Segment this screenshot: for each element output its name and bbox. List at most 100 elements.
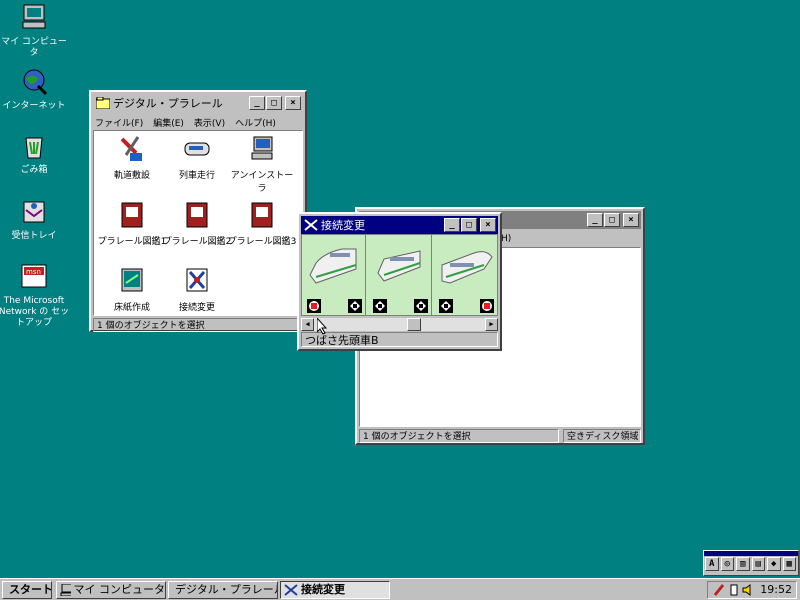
taskbar-button-plarail[interactable]: デジタル・プラレール [168, 581, 278, 599]
network-icon[interactable] [728, 584, 740, 596]
desktop-icon-recycle-bin[interactable]: ごみ箱 [0, 130, 70, 176]
book-icon [186, 202, 208, 228]
desktop-icon-internet[interactable]: インターネット [0, 66, 70, 112]
uninstaller-icon [251, 136, 273, 160]
desktop-icon-inbox[interactable]: 受信トレイ [0, 196, 70, 242]
close-button[interactable]: × [285, 96, 301, 110]
horizontal-scrollbar[interactable]: ◀ ▶ [301, 318, 498, 331]
desktop-icon-label: 受信トレイ [11, 231, 57, 241]
item-uninstaller[interactable]: アンインストーラ [227, 133, 297, 194]
maximize-button[interactable]: □ [461, 218, 477, 232]
connection-icon [284, 584, 298, 596]
floor-paper-icon [121, 268, 143, 292]
coupler-black-icon[interactable] [439, 299, 453, 313]
item-plarail-book-3[interactable]: プラレール図鑑3 [227, 199, 297, 247]
coupler-black-icon[interactable] [373, 299, 387, 313]
coupler-black-icon[interactable] [348, 299, 362, 313]
desktop-icon-label: インターネット [2, 101, 66, 111]
book-icon [121, 202, 143, 228]
window-title: 接続変更 [321, 219, 365, 232]
menu-edit[interactable]: 編集(E) [153, 116, 184, 129]
ime-convert-icon[interactable]: ▥ [736, 557, 750, 571]
status-bar-disk-space: 空きディスク領域 : 0 [563, 429, 641, 443]
menu-bar: ファイル(F) 編集(E) 表示(V) ヘルプ(H) [91, 114, 305, 130]
car-cell-2[interactable] [368, 235, 432, 315]
computer-icon [60, 584, 71, 596]
ime-dictionary-icon[interactable]: ▤ [751, 557, 765, 571]
ime-caps-icon[interactable]: ▦ [782, 557, 796, 571]
desktop-icon-msn[interactable]: msn The Microsoft Network の セットアップ [0, 261, 70, 329]
car-strip [301, 234, 498, 316]
item-track-laying[interactable]: 軌道敷設 [97, 133, 167, 181]
inbox-icon [23, 201, 45, 223]
clock[interactable]: 19:52 [760, 583, 792, 596]
car-cell-1[interactable] [302, 235, 366, 315]
item-plarail-book-1[interactable]: プラレール図鑑1 [97, 199, 167, 247]
folder-view[interactable]: 軌道敷設 列車走行 アンインストーラ プラレール図鑑1 プラレール図鑑2 プラレ… [93, 130, 303, 316]
item-plarail-book-2[interactable]: プラレール図鑑2 [162, 199, 232, 247]
coupler-red-icon[interactable] [307, 299, 321, 313]
volume-icon[interactable] [742, 584, 754, 596]
ime-mode-icon[interactable]: A [705, 557, 719, 571]
minimize-button[interactable]: _ [444, 218, 460, 232]
menu-help[interactable]: ヘルプ(H) [235, 116, 276, 129]
scroll-thumb[interactable] [407, 318, 421, 331]
desktop-icon-label: マイ コンピュータ [1, 37, 67, 58]
minimize-button[interactable]: _ [587, 213, 603, 227]
taskbar: スタート マイ コンピュータ デジタル・プラレール 接続変更 19:52 [0, 578, 800, 600]
item-floor-paper[interactable]: 床紙作成 [97, 265, 167, 313]
item-train-run[interactable]: 列車走行 [162, 133, 232, 181]
window-title: デジタル・プラレール [113, 97, 223, 110]
item-label: 軌道敷設 [113, 171, 150, 181]
start-label: スタート [9, 583, 52, 596]
track-tools-icon [120, 136, 142, 161]
item-label: 接続変更 [178, 303, 215, 313]
close-button[interactable]: × [623, 213, 639, 227]
status-bar-selection: 1 個のオブジェクトを選択 [359, 429, 559, 443]
item-connection-change[interactable]: 接続変更 [162, 265, 232, 313]
internet-globe-icon [23, 69, 48, 96]
item-label: アンインストーラ [230, 171, 294, 194]
status-bar-selection: 1 個のオブジェクトを選択 [93, 318, 303, 332]
taskbar-button-my-computer[interactable]: マイ コンピュータ [56, 581, 166, 599]
maximize-button[interactable]: □ [604, 213, 620, 227]
ime-toolbar[interactable]: A ◎ ▥ ▤ ◆ ▦ [703, 550, 799, 576]
menu-help-fragment[interactable]: H) [501, 234, 511, 244]
scroll-left-button[interactable]: ◀ [301, 318, 314, 331]
taskbar-button-label: マイ コンピュータ [73, 583, 166, 596]
start-button[interactable]: スタート [2, 581, 52, 599]
recycle-bin-icon [25, 137, 43, 159]
item-label: 床紙作成 [113, 303, 150, 313]
coupler-black-icon[interactable] [414, 299, 428, 313]
window-titlebar[interactable]: 接続変更 _ □ × [301, 216, 498, 234]
plarail-folder-window[interactable]: デジタル・プラレール _ □ × ファイル(F) 編集(E) 表示(V) ヘルプ… [89, 90, 307, 332]
item-label: プラレール図鑑2 [162, 237, 232, 247]
train-run-icon [184, 142, 210, 156]
shinkansen-head-car-icon [309, 248, 357, 284]
window-titlebar[interactable]: デジタル・プラレール _ □ × [93, 94, 303, 112]
scroll-right-button[interactable]: ▶ [485, 318, 498, 331]
minimize-button[interactable]: _ [249, 96, 265, 110]
coupler-red-icon[interactable] [480, 299, 494, 313]
close-button[interactable]: × [480, 218, 496, 232]
ime-search-icon[interactable]: ◎ [720, 557, 734, 571]
car-cell-3[interactable] [434, 235, 497, 315]
svg-text:msn: msn [26, 268, 41, 276]
shinkansen-tail-car-icon [441, 251, 493, 284]
item-label: 列車走行 [178, 171, 215, 181]
msn-icon: msn [21, 264, 47, 288]
ime-pad-icon[interactable]: ◆ [767, 557, 781, 571]
taskbar-button-connection[interactable]: 接続変更 [280, 581, 390, 599]
taskbar-button-label: 接続変更 [301, 583, 345, 596]
mouse-cursor-icon [317, 318, 328, 335]
desktop-icon-my-computer[interactable]: マイ コンピュータ [0, 2, 70, 59]
connection-icon [186, 268, 208, 292]
pen-icon[interactable] [713, 584, 725, 596]
menu-view[interactable]: 表示(V) [194, 116, 225, 129]
item-label: プラレール図鑑1 [97, 237, 167, 247]
maximize-button[interactable]: □ [266, 96, 282, 110]
connection-icon [304, 219, 318, 231]
computer-icon [22, 4, 46, 29]
desktop-icon-label: ごみ箱 [20, 165, 48, 175]
menu-file[interactable]: ファイル(F) [95, 116, 143, 129]
